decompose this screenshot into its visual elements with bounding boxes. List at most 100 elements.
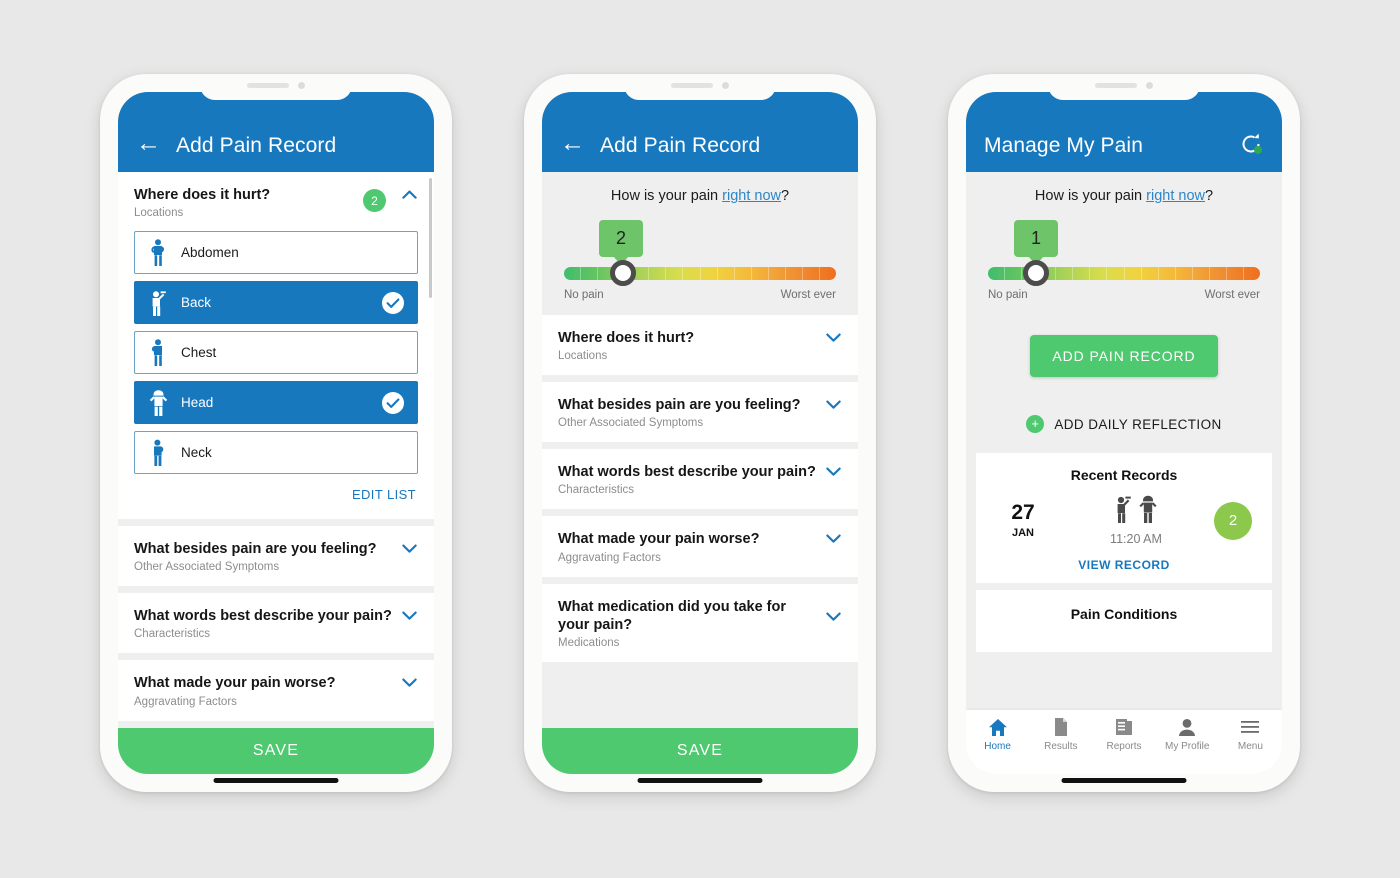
scrollbar[interactable] bbox=[429, 178, 432, 298]
pain-value-bubble: 2 bbox=[599, 220, 643, 257]
chevron-down-icon[interactable] bbox=[824, 400, 842, 409]
section-question: What besides pain are you feeling? bbox=[558, 397, 801, 414]
section-subtitle: Characteristics bbox=[558, 484, 635, 497]
phone1-appbar: ← Add Pain Record bbox=[118, 92, 434, 172]
chevron-up-icon[interactable] bbox=[400, 190, 418, 199]
nav-item-menu[interactable]: Menu bbox=[1219, 716, 1282, 752]
slider-knob[interactable] bbox=[610, 260, 637, 286]
pain-conditions-card: Pain Conditions bbox=[976, 590, 1272, 652]
accordion-section-characteristics[interactable]: What words best describe your pain? Char… bbox=[542, 449, 858, 510]
section-question: Where does it hurt? bbox=[558, 330, 695, 346]
bottom-navigation: Home Results Reports My Profile Menu bbox=[966, 710, 1282, 774]
slider-min-label: No pain bbox=[988, 289, 1028, 301]
section-question: What besides pain are you feeling? bbox=[134, 541, 377, 558]
accordion-header[interactable]: What words best describe your pain? Char… bbox=[134, 607, 418, 640]
nav-item-my-profile[interactable]: My Profile bbox=[1156, 716, 1219, 752]
section-subtitle: Aggravating Factors bbox=[558, 551, 661, 564]
record-middle: 11:20 AM bbox=[1058, 495, 1214, 546]
nav-item-results[interactable]: Results bbox=[1029, 716, 1092, 752]
location-options-list: Abdomen Back Chest Head Neck bbox=[134, 231, 418, 475]
pain-value-bubble: 1 bbox=[1014, 220, 1058, 257]
chevron-down-icon[interactable] bbox=[824, 467, 842, 476]
phone3-scroll-body[interactable]: How is your pain right now? 1 No pain Wo… bbox=[966, 172, 1282, 774]
section-subtitle: Medications bbox=[558, 636, 620, 649]
report-icon bbox=[1092, 716, 1155, 738]
accordion-section-aggravating[interactable]: What made your pain worse? Aggravating F… bbox=[118, 660, 434, 721]
phone-mockup-3: Manage My Pain How is your pain right no… bbox=[948, 74, 1300, 792]
nav-item-reports[interactable]: Reports bbox=[1092, 716, 1155, 752]
camera-dot bbox=[298, 81, 305, 89]
accordion-header[interactable]: What besides pain are you feeling? Other… bbox=[134, 540, 418, 573]
record-row[interactable]: 27 JAN 11:20 AM 2 bbox=[988, 495, 1260, 546]
option-row-chest[interactable]: Chest bbox=[134, 331, 418, 375]
option-row-abdomen[interactable]: Abdomen bbox=[134, 231, 418, 275]
home-icon bbox=[966, 716, 1029, 738]
add-pain-record-button[interactable]: ADD PAIN RECORD bbox=[1030, 335, 1218, 377]
phone2-appbar: ← Add Pain Record bbox=[542, 92, 858, 172]
chevron-down-icon[interactable] bbox=[824, 333, 842, 342]
option-row-head[interactable]: Head bbox=[134, 381, 418, 425]
accordion-section-locations[interactable]: Where does it hurt? Locations bbox=[542, 315, 858, 376]
section-subtitle: Locations bbox=[134, 207, 184, 220]
accordion-header-text: What made your pain worse? Aggravating F… bbox=[134, 674, 400, 707]
checkmark-icon bbox=[381, 391, 405, 415]
add-daily-reflection-button[interactable]: + ADD DAILY REFLECTION bbox=[966, 415, 1282, 433]
chevron-down-icon[interactable] bbox=[400, 611, 418, 620]
camera-dot bbox=[722, 81, 729, 89]
accordion-section-symptoms[interactable]: What besides pain are you feeling? Other… bbox=[118, 526, 434, 587]
accordion-header[interactable]: What made your pain worse? Aggravating F… bbox=[134, 674, 418, 708]
chevron-down-icon[interactable] bbox=[824, 534, 842, 544]
record-time: 11:20 AM bbox=[1110, 532, 1162, 546]
phone-notch bbox=[200, 74, 352, 100]
accordion-header[interactable]: Where does it hurt? Locations 2 bbox=[134, 186, 418, 219]
accordion-section-symptoms[interactable]: What besides pain are you feeling? Other… bbox=[542, 382, 858, 443]
phone1-scroll-body[interactable]: Where does it hurt? Locations 2 Abdomen … bbox=[118, 172, 434, 774]
view-record-button[interactable]: VIEW RECORD bbox=[988, 558, 1260, 572]
back-arrow-icon[interactable]: ← bbox=[560, 131, 585, 156]
page-title: Manage My Pain bbox=[984, 134, 1143, 157]
chevron-down-icon[interactable] bbox=[824, 612, 842, 621]
phone2-scroll-body[interactable]: How is your pain right now? 2 No pain Wo… bbox=[542, 172, 858, 774]
back-arrow-icon[interactable]: ← bbox=[136, 131, 161, 156]
edit-list-button[interactable]: EDIT LIST bbox=[134, 481, 418, 506]
accordion-header[interactable]: What medication did you take for your pa… bbox=[558, 598, 842, 649]
chevron-down-icon[interactable] bbox=[400, 544, 418, 553]
page-title: Add Pain Record bbox=[600, 134, 761, 157]
accordion-section-medications[interactable]: What medication did you take for your pa… bbox=[542, 583, 858, 662]
accordion-section-aggravating[interactable]: What made your pain worse? Aggravating F… bbox=[542, 516, 858, 577]
pain-slider[interactable] bbox=[988, 260, 1260, 286]
home-indicator bbox=[213, 778, 339, 783]
accordion-header[interactable]: Where does it hurt? Locations bbox=[558, 329, 842, 362]
nav-label: Home bbox=[984, 741, 1011, 752]
accordion-header[interactable]: What besides pain are you feeling? Other… bbox=[558, 396, 842, 429]
screenshot-canvas: ← Add Pain Record Where does it hurt? Lo… bbox=[0, 0, 1400, 878]
accordion-section-locations[interactable]: Where does it hurt? Locations 2 Abdomen … bbox=[118, 172, 434, 520]
accordion-header-text: What words best describe your pain? Char… bbox=[134, 607, 400, 640]
slider-knob[interactable] bbox=[1023, 260, 1050, 286]
pain-slider[interactable] bbox=[564, 260, 836, 286]
pain-question-suffix: ? bbox=[1204, 188, 1214, 204]
sync-icon[interactable] bbox=[1238, 131, 1264, 157]
chevron-down-icon[interactable] bbox=[400, 678, 418, 688]
body-neck-icon bbox=[147, 439, 169, 467]
pain-slider-block: How is your pain right now? 2 No pain Wo… bbox=[542, 172, 858, 315]
save-button[interactable]: SAVE bbox=[542, 728, 858, 774]
slider-min-label: No pain bbox=[564, 289, 604, 301]
save-button[interactable]: SAVE bbox=[118, 728, 434, 774]
option-label: Head bbox=[181, 395, 214, 411]
page-title: Add Pain Record bbox=[176, 134, 337, 157]
option-label: Chest bbox=[181, 345, 217, 361]
accordion-section-characteristics[interactable]: What words best describe your pain? Char… bbox=[118, 593, 434, 654]
home-indicator bbox=[1061, 778, 1187, 783]
checkmark-icon bbox=[381, 291, 405, 315]
option-row-neck[interactable]: Neck bbox=[134, 431, 418, 475]
option-row-back[interactable]: Back bbox=[134, 281, 418, 325]
accordion-header[interactable]: What words best describe your pain? Char… bbox=[558, 463, 842, 496]
accordion-header[interactable]: What made your pain worse? Aggravating F… bbox=[558, 530, 842, 564]
nav-item-home[interactable]: Home bbox=[966, 716, 1029, 752]
right-now-link[interactable]: right now bbox=[1146, 188, 1205, 204]
accordion-header-text: What besides pain are you feeling? Other… bbox=[558, 396, 824, 429]
right-now-link[interactable]: right now bbox=[722, 188, 781, 204]
pain-conditions-title: Pain Conditions bbox=[1070, 606, 1178, 622]
body-head-icon bbox=[147, 389, 169, 417]
